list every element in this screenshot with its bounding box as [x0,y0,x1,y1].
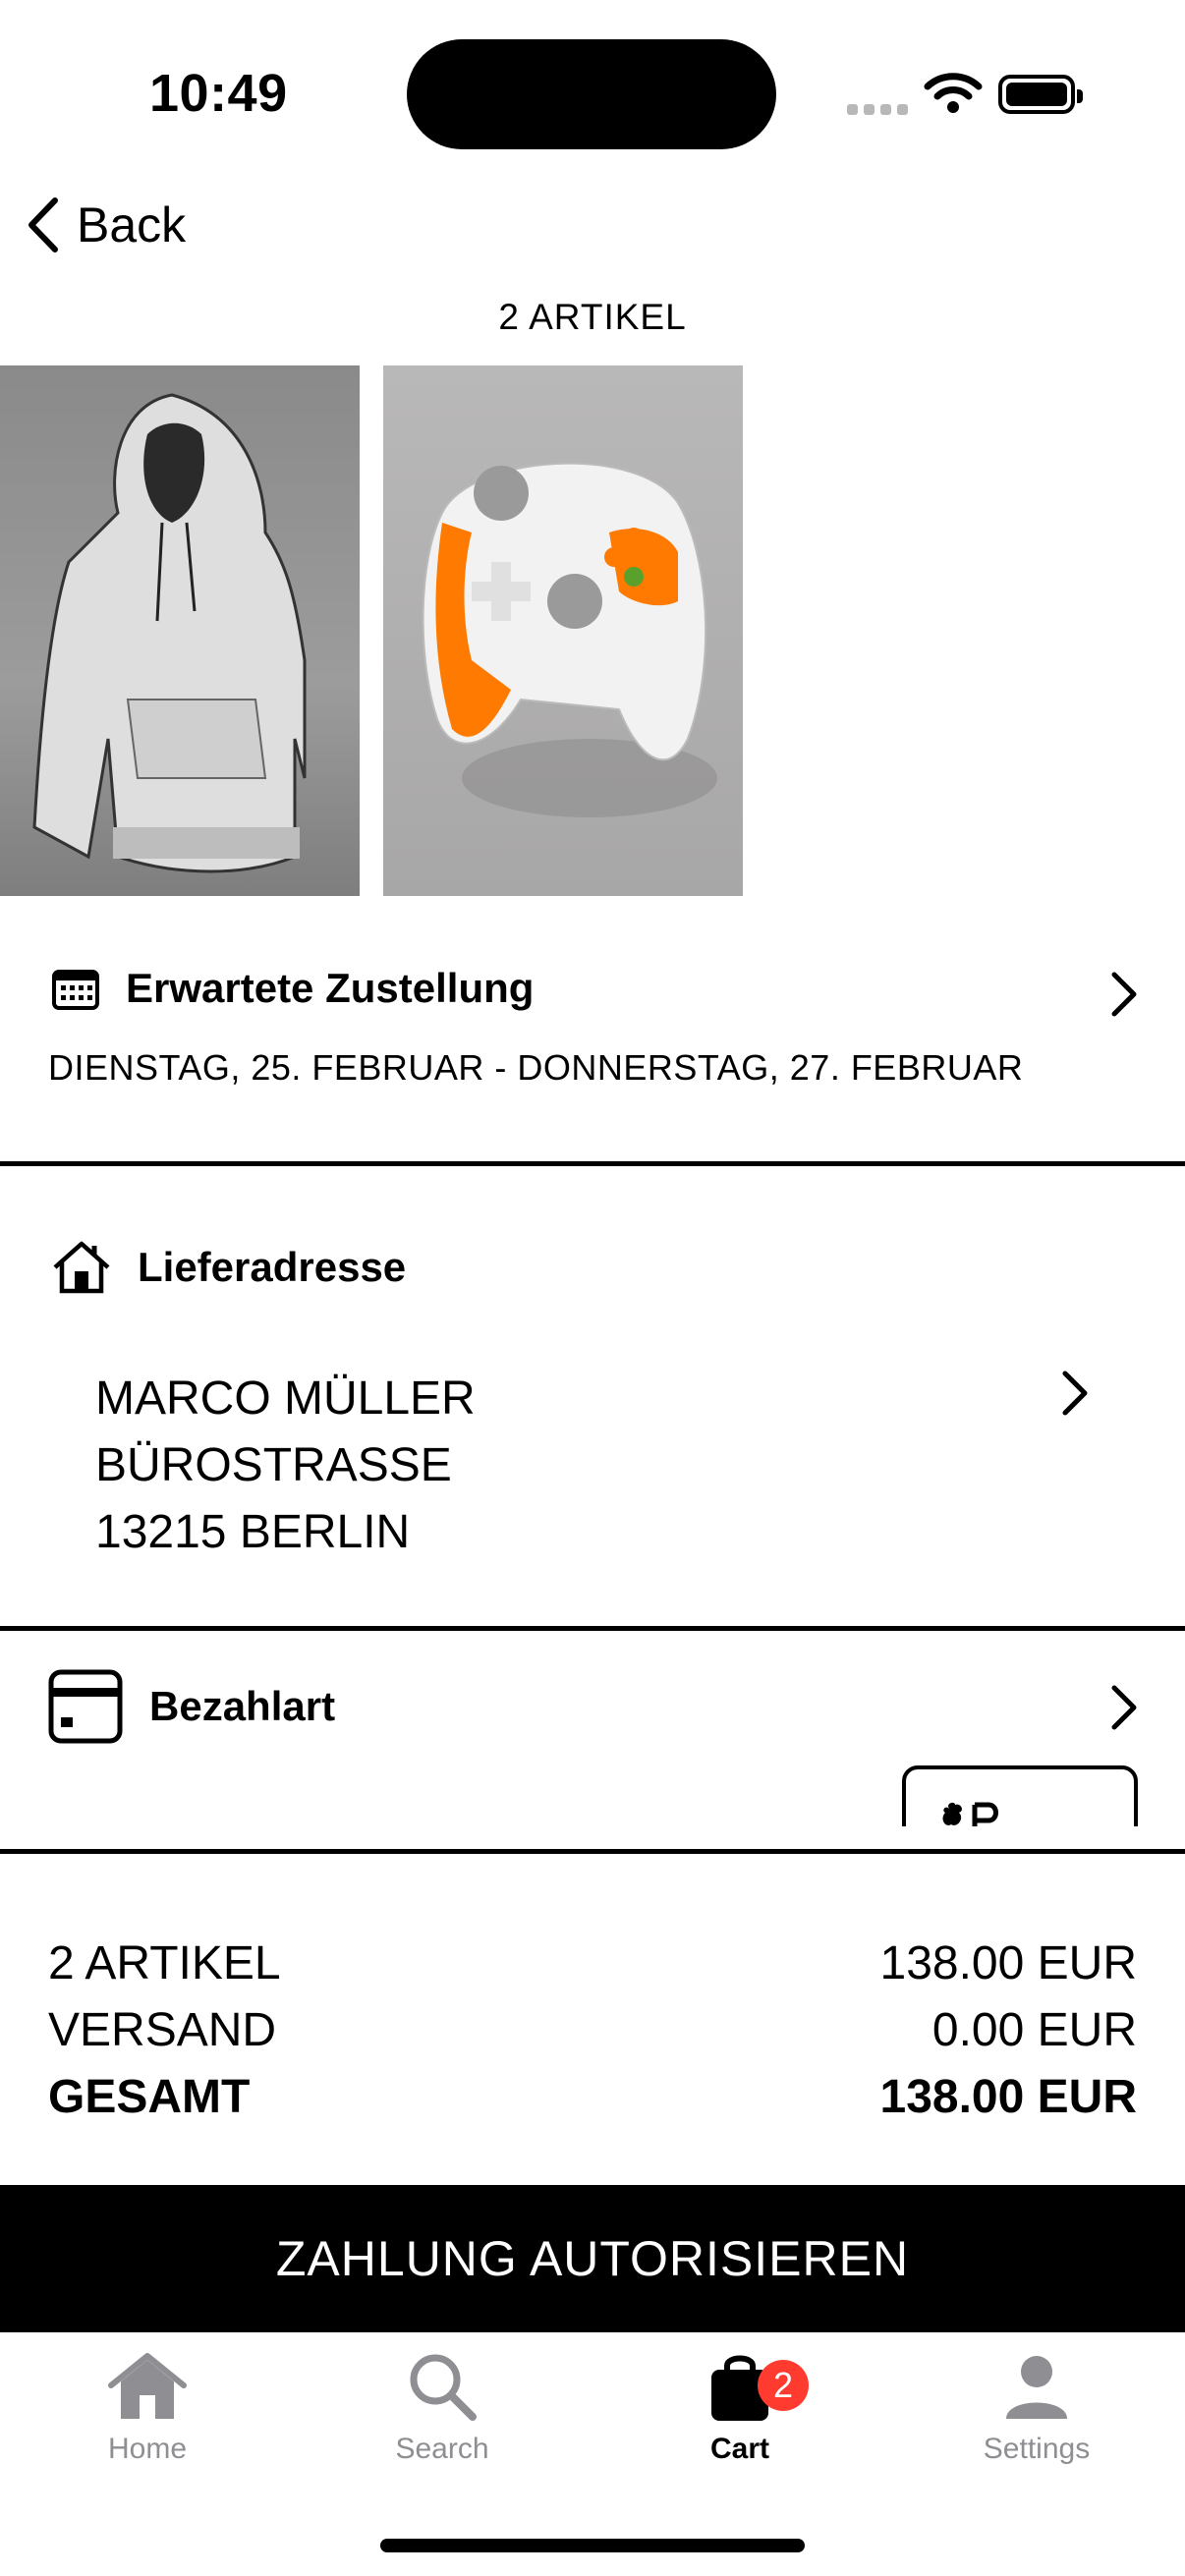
payment-chevron-icon[interactable] [1108,1684,1140,1731]
hoodie-image [32,393,307,873]
battery-icon [998,75,1083,114]
tab-home[interactable]: Home [0,2350,295,2466]
order-summary: 2 ARTIKEL 138.00 EUR VERSAND 0.00 EUR GE… [48,1930,1137,2130]
shipping-label: VERSAND [48,2003,277,2056]
tab-settings[interactable]: Settings [889,2350,1184,2466]
tab-settings-label: Settings [983,2433,1091,2465]
house-icon [53,1241,110,1294]
divider [0,1161,1185,1166]
total-label: GESAMT [48,2070,251,2123]
back-button[interactable]: Back [24,196,186,253]
home-indicator [380,2539,805,2552]
status-time: 10:49 [149,64,288,123]
total-value: 138.00 EUR [879,2070,1138,2123]
cart-badge: 2 [758,2360,809,2411]
tab-search[interactable]: Search [295,2350,590,2466]
tab-cart[interactable]: Cart 2 [592,2350,887,2466]
divider [0,1849,1185,1854]
signal-icon [847,102,914,120]
delivery-chevron-icon[interactable] [1108,971,1140,1018]
address-line-street: BÜROSTRASSE [95,1439,452,1491]
summary-row-total: GESAMT 138.00 EUR [48,2063,1137,2130]
dynamic-island [407,39,776,149]
person-icon [1006,2356,1067,2419]
wifi-icon [924,73,983,113]
address-header: Lieferadresse [51,1240,406,1295]
authorize-payment-button[interactable]: ZAHLUNG AUTORISIEREN [0,2185,1185,2332]
tab-search-label: Search [395,2433,489,2465]
address-line-city: 13215 BERLIN [95,1506,411,1558]
tab-home-label: Home [107,2433,188,2465]
chevron-left-icon [28,197,58,252]
payment-header: Bezahlart [47,1668,335,1745]
items-label: 2 ARTIKEL [48,1936,281,1989]
back-label: Back [77,197,187,252]
product-image-controller[interactable] [383,365,743,896]
credit-card-icon [48,1669,123,1744]
summary-row-items: 2 ARTIKEL 138.00 EUR [48,1930,1137,1996]
delivery-header: Erwartete Zustellung [51,965,534,1012]
address-block[interactable]: MARCO MÜLLER BÜROSTRASSE 13215 BERLIN [95,1366,476,1566]
calendar-icon [52,970,99,1010]
controller-image [422,462,717,817]
summary-row-shipping: VERSAND 0.00 EUR [48,1996,1137,2063]
house-icon [108,2353,187,2419]
address-chevron-icon[interactable] [1059,1370,1091,1417]
address-title: Lieferadresse [138,1244,407,1290]
payment-title: Bezahlart [149,1683,336,1729]
divider [0,1626,1185,1631]
shipping-value: 0.00 EUR [931,2003,1137,2056]
magnifier-icon [410,2354,477,2421]
payment-method-clip [902,1765,1138,1826]
product-image-hoodie[interactable] [0,365,360,896]
apple-pay-mark-icon [942,1802,998,1826]
delivery-dates: DIENSTAG, 25. FEBRUAR - DONNERSTAG, 27. … [48,1047,1024,1088]
address-line-name: MARCO MÜLLER [95,1372,476,1425]
delivery-title: Erwartete Zustellung [126,965,535,1011]
tab-cart-label: Cart [709,2433,769,2465]
items-count-title: 2 ARTIKEL [498,297,687,337]
items-value: 138.00 EUR [879,1936,1138,1989]
apple-pay-logo[interactable] [902,1765,1138,1826]
